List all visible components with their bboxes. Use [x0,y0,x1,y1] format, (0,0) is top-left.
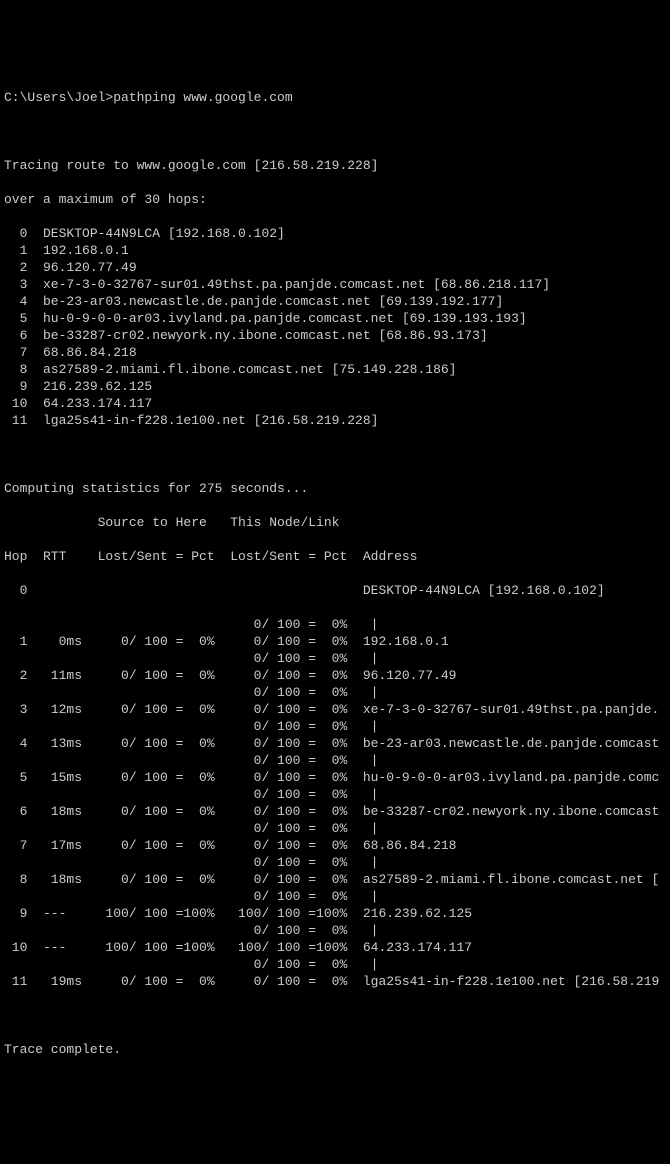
trace-hops: 0 DESKTOP-44N9LCA [192.168.0.102] 1 192.… [4,225,666,429]
link-stat-line: 0/ 100 = 0% | [4,888,666,905]
hop-stat-line: 7 17ms 0/ 100 = 0% 0/ 100 = 0% 68.86.84.… [4,837,666,854]
trace-hop-line: 1 192.168.0.1 [4,242,666,259]
prompt-line: C:\Users\Joel>pathping www.google.com [4,89,666,106]
blank-line [4,446,666,463]
link-stat-line: 0/ 100 = 0% | [4,684,666,701]
hop-0-line: 0 DESKTOP-44N9LCA [192.168.0.102] [4,582,666,599]
trace-header: Tracing route to www.google.com [216.58.… [4,157,666,174]
link-stat-line: 0/ 100 = 0% | [4,922,666,939]
terminal-output: C:\Users\Joel>pathping www.google.com Tr… [4,72,666,1075]
hop-stat-line: 1 0ms 0/ 100 = 0% 0/ 100 = 0% 192.168.0.… [4,633,666,650]
link-stat-line: 0/ 100 = 0% | [4,616,666,633]
hop-stat-line: 10 --- 100/ 100 =100% 100/ 100 =100% 64.… [4,939,666,956]
hop-stat-line: 3 12ms 0/ 100 = 0% 0/ 100 = 0% xe-7-3-0-… [4,701,666,718]
link-stat-line: 0/ 100 = 0% | [4,786,666,803]
hop-stat-line: 8 18ms 0/ 100 = 0% 0/ 100 = 0% as27589-2… [4,871,666,888]
hop-stat-line: 6 18ms 0/ 100 = 0% 0/ 100 = 0% be-33287-… [4,803,666,820]
trace-hop-line: 10 64.233.174.117 [4,395,666,412]
trace-complete: Trace complete. [4,1041,666,1058]
link-stat-line: 0/ 100 = 0% | [4,956,666,973]
hop-stat-line: 5 15ms 0/ 100 = 0% 0/ 100 = 0% hu-0-9-0-… [4,769,666,786]
trace-hop-line: 5 hu-0-9-0-0-ar03.ivyland.pa.panjde.comc… [4,310,666,327]
link-stat-line: 0/ 100 = 0% | [4,854,666,871]
stats-header: Computing statistics for 275 seconds... [4,480,666,497]
trace-hop-line: 8 as27589-2.miami.fl.ibone.comcast.net [… [4,361,666,378]
link-stat-line: 0/ 100 = 0% | [4,820,666,837]
col-header-2: Hop RTT Lost/Sent = Pct Lost/Sent = Pct … [4,548,666,565]
hop-stat-line: 2 11ms 0/ 100 = 0% 0/ 100 = 0% 96.120.77… [4,667,666,684]
hop-stat-line: 11 19ms 0/ 100 = 0% 0/ 100 = 0% lga25s41… [4,973,666,990]
col-header-1: Source to Here This Node/Link [4,514,666,531]
trace-hop-line: 3 xe-7-3-0-32767-sur01.49thst.pa.panjde.… [4,276,666,293]
link-stat-line: 0/ 100 = 0% | [4,718,666,735]
trace-hop-line: 9 216.239.62.125 [4,378,666,395]
trace-hop-line: 11 lga25s41-in-f228.1e100.net [216.58.21… [4,412,666,429]
hop-stat-line: 9 --- 100/ 100 =100% 100/ 100 =100% 216.… [4,905,666,922]
trace-hop-line: 0 DESKTOP-44N9LCA [192.168.0.102] [4,225,666,242]
maxhops-line: over a maximum of 30 hops: [4,191,666,208]
trace-hop-line: 6 be-33287-cr02.newyork.ny.ibone.comcast… [4,327,666,344]
link-stat-line: 0/ 100 = 0% | [4,650,666,667]
stat-rows: 0/ 100 = 0% | 1 0ms 0/ 100 = 0% 0/ 100 =… [4,616,666,990]
trace-hop-line: 4 be-23-ar03.newcastle.de.panjde.comcast… [4,293,666,310]
blank-line [4,123,666,140]
blank-line [4,1007,666,1024]
link-stat-line: 0/ 100 = 0% | [4,752,666,769]
trace-hop-line: 7 68.86.84.218 [4,344,666,361]
trace-hop-line: 2 96.120.77.49 [4,259,666,276]
